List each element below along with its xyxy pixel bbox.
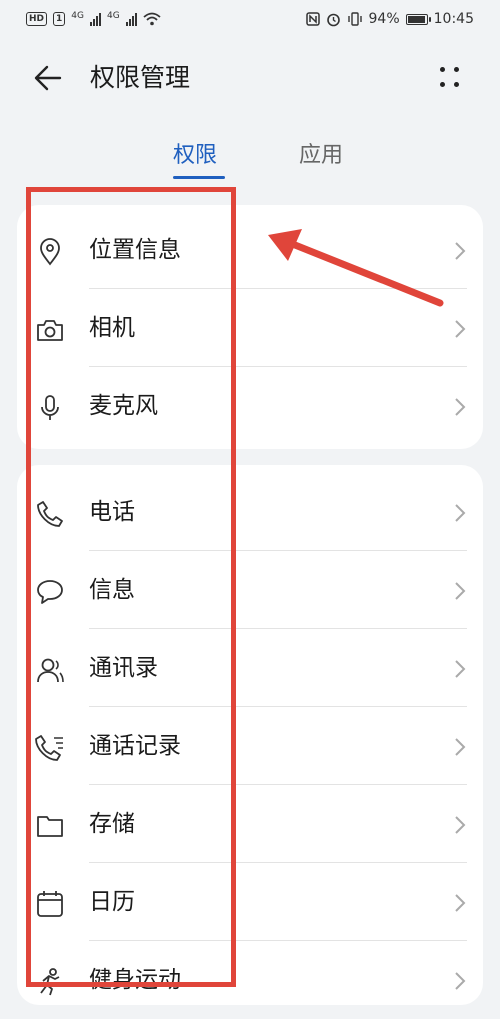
- permission-row-call-log[interactable]: 通话记录: [17, 707, 483, 785]
- permission-row-contacts[interactable]: 通讯录: [17, 629, 483, 707]
- hd-badge: HD: [26, 12, 48, 26]
- chevron-right-icon: [455, 242, 466, 260]
- message-icon: [37, 580, 63, 604]
- permission-label-microphone: 麦克风: [89, 393, 158, 419]
- status-right: 94% 10:45: [305, 11, 474, 27]
- chevron-right-icon: [455, 504, 466, 522]
- permission-label-calendar: 日历: [89, 889, 135, 915]
- permission-row-fitness[interactable]: 健身运动: [17, 941, 483, 1019]
- more-options-button[interactable]: [432, 62, 468, 94]
- page-title: 权限管理: [90, 63, 191, 92]
- permission-label-phone: 电话: [89, 499, 135, 525]
- alarm-icon: [326, 13, 340, 26]
- calendar-icon: [37, 891, 63, 917]
- chevron-right-icon: [455, 320, 466, 338]
- chevron-right-icon: [455, 816, 466, 834]
- permission-group-2: 电话 信息 通讯录 通话记录 存储 日历 健身运动: [17, 465, 483, 1005]
- permission-label-messages: 信息: [89, 577, 135, 603]
- permission-row-phone[interactable]: 电话: [17, 473, 483, 551]
- permission-label-fitness: 健身运动: [89, 967, 181, 993]
- chevron-right-icon: [455, 582, 466, 600]
- permission-row-camera[interactable]: 相机: [17, 289, 483, 367]
- microphone-icon: [41, 395, 59, 420]
- clock: 10:45: [433, 11, 474, 27]
- battery-percent: 94%: [368, 11, 400, 27]
- active-tab-indicator: [173, 176, 225, 179]
- signal-icon: [89, 12, 101, 26]
- permission-row-location[interactable]: 位置信息: [17, 211, 483, 289]
- fitness-icon: [40, 968, 60, 996]
- tab-apps[interactable]: 应用: [299, 138, 343, 174]
- permission-group-1: 位置信息 相机 麦克风: [17, 205, 483, 449]
- network-type-2: 4G: [106, 10, 120, 21]
- tab-bar: 权限 应用: [0, 138, 500, 182]
- camera-icon: [37, 320, 63, 341]
- chevron-right-icon: [455, 660, 466, 678]
- permission-row-storage[interactable]: 存储: [17, 785, 483, 863]
- signal-icon-2: [125, 12, 137, 26]
- permission-label-call-log: 通话记录: [89, 733, 181, 759]
- status-bar: HD 1 4G 4G 94% 10:45: [0, 0, 500, 38]
- nfc-icon: [305, 12, 320, 26]
- location-icon: [40, 238, 60, 266]
- tab-permissions[interactable]: 权限: [173, 138, 217, 174]
- contacts-icon: [37, 658, 64, 683]
- permission-row-messages[interactable]: 信息: [17, 551, 483, 629]
- sim-badge: 1: [53, 12, 66, 26]
- chevron-right-icon: [455, 398, 466, 416]
- header: 权限管理: [0, 50, 500, 106]
- back-arrow-icon: [34, 65, 62, 91]
- call-log-icon: [35, 735, 63, 761]
- vibrate-icon: [347, 12, 362, 26]
- permission-label-camera: 相机: [89, 315, 135, 341]
- folder-icon: [37, 816, 63, 837]
- chevron-right-icon: [455, 894, 466, 912]
- permission-row-calendar[interactable]: 日历: [17, 863, 483, 941]
- permission-label-location: 位置信息: [89, 237, 181, 263]
- back-button[interactable]: [30, 60, 70, 96]
- permission-label-storage: 存储: [89, 811, 135, 837]
- chevron-right-icon: [455, 972, 466, 990]
- phone-icon: [37, 501, 63, 527]
- status-left: HD 1 4G 4G: [26, 10, 161, 27]
- wifi-icon: [143, 12, 161, 26]
- chevron-right-icon: [455, 738, 466, 756]
- battery-icon: [405, 13, 431, 25]
- network-type-1: 4G: [71, 10, 84, 21]
- permission-row-microphone[interactable]: 麦克风: [17, 367, 483, 445]
- permission-label-contacts: 通讯录: [89, 655, 158, 681]
